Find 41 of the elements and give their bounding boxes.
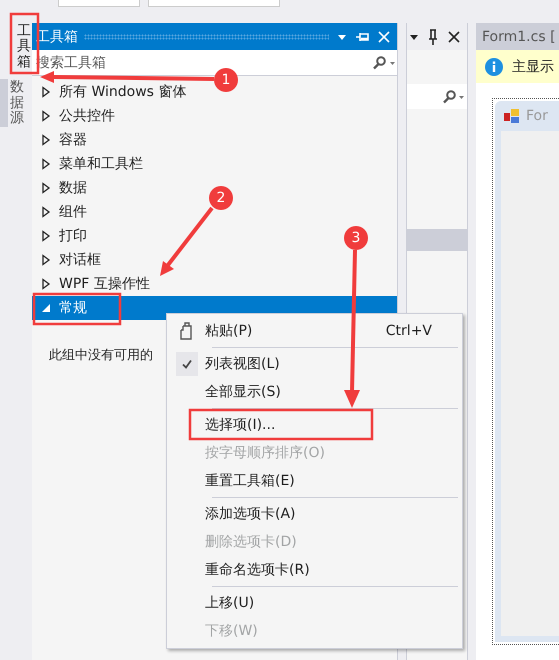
collapsed-icon — [41, 110, 51, 122]
toolbox-group[interactable]: 公共控件 — [32, 104, 119, 128]
toolbox-group[interactable]: 打印 — [32, 224, 91, 248]
menu-item[interactable]: 选择项(I)... — [169, 411, 460, 439]
search-icon[interactable] — [371, 56, 397, 70]
info-icon — [484, 56, 504, 76]
collapsed-icon — [41, 86, 51, 98]
info-text: 主显示 — [512, 58, 554, 76]
expanded-icon — [41, 303, 51, 313]
collapsed-icon — [41, 230, 51, 242]
menu-item[interactable]: 全部显示(S) — [169, 378, 460, 406]
menu-item[interactable]: 粘贴(P) Ctrl+V — [169, 317, 460, 345]
collapsed-icon — [41, 206, 51, 218]
side-tab[interactable]: 工具箱 — [0, 23, 33, 72]
toolbox-group[interactable]: 组件 — [32, 200, 91, 224]
arrow — [160, 206, 214, 276]
pin-icon[interactable] — [427, 28, 439, 44]
menu-item[interactable]: 添加选项卡(A) — [169, 500, 460, 528]
menu-item[interactable]: 上移(U) — [169, 589, 460, 617]
toolbox-group[interactable]: 数据 — [32, 176, 91, 200]
search-field[interactable] — [407, 84, 467, 109]
toolbox-group[interactable]: 菜单和工具栏 — [32, 152, 147, 176]
menu-item[interactable]: 重置工具箱(E) — [169, 467, 460, 495]
document-tab[interactable]: Form1.cs [ — [476, 23, 559, 50]
toolbox-group[interactable]: 容器 — [32, 128, 91, 152]
collapsed-icon — [41, 134, 51, 146]
menu-item[interactable]: 重命名选项卡(R) — [169, 556, 460, 584]
empty-message: 此组中没有可用的 — [49, 347, 153, 364]
toolbar-field[interactable] — [58, 0, 140, 7]
form-title: For — [526, 108, 548, 124]
menu-item[interactable]: 列表视图(L) — [169, 350, 460, 378]
collapsed-icon — [41, 278, 51, 290]
form-icon — [503, 107, 521, 125]
close-icon[interactable] — [447, 30, 461, 44]
collapsed-icon — [41, 182, 51, 194]
toolbox-group[interactable]: 所有 Windows 窗体 — [32, 80, 190, 104]
toolbox-group[interactable]: 对话框 — [32, 248, 105, 272]
collapsed-icon — [41, 254, 51, 266]
toolbox-group[interactable]: WPF 互操作性 — [32, 272, 154, 296]
toolbar-field[interactable] — [148, 0, 280, 7]
collapsed-icon — [41, 158, 51, 170]
